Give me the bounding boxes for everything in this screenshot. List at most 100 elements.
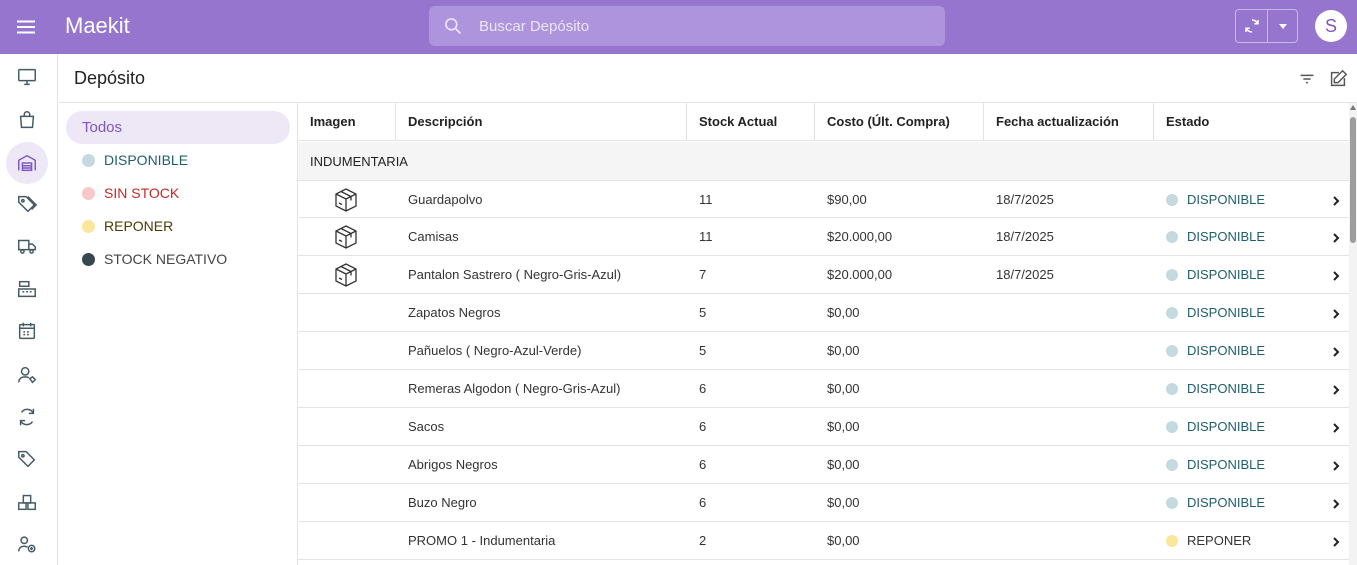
filter-label: REPONER [104,218,174,234]
sync-icon [1244,19,1259,33]
chevron-right-icon[interactable] [1329,307,1343,321]
table-scrollbar[interactable] [1349,103,1357,565]
cell-descripcion: Camisas [408,229,459,244]
table-row[interactable]: Abrigos Negros 6 $0,00 DISPONIBLE [298,446,1349,484]
nav-deposito[interactable] [6,142,48,184]
monitor-icon [18,68,36,86]
box-icon [335,225,357,249]
cell-costo: $20.000,00 [827,267,893,282]
cell-descripcion: Pantalon Sastrero ( Negro-Gris-Azul) [408,267,622,282]
chevron-right-icon[interactable] [1329,535,1343,549]
table-row[interactable]: Camisas 11 $20.000,00 18/7/2025 DISPONIBLE [298,218,1349,256]
nav-etiquetas[interactable] [6,438,48,480]
cell-stock: 6 [699,419,707,434]
cell-estado: DISPONIBLE [1166,229,1265,244]
column-header-stock[interactable]: Stock Actual [686,103,815,141]
cell-costo: $0,00 [827,495,860,510]
truck-icon [18,239,36,254]
nav-precios[interactable] [6,183,48,225]
cell-stock: 2 [699,533,707,548]
chevron-right-icon[interactable] [1329,459,1343,473]
stock-table: Imagen Descripción Stock Actual Costo (Ú… [298,103,1349,565]
sync-dropdown-button[interactable] [1268,10,1297,42]
caret-down-icon [1278,24,1287,29]
column-header-imagen[interactable]: Imagen [298,103,395,141]
edit-icon[interactable] [1327,68,1349,90]
column-header-costo[interactable]: Costo (Últ. Compra) [814,103,984,141]
filter-reponer[interactable]: REPONER [82,215,173,237]
status-dot [1166,382,1178,395]
table-row[interactable]: Zapatos Negros 5 $0,00 DISPONIBLE [298,294,1349,332]
cell-costo: $0,00 [827,381,860,396]
cell-estado: DISPONIBLE [1166,419,1265,434]
warehouse-icon [18,154,36,172]
status-dot [1166,193,1178,206]
cell-fecha: 18/7/2025 [996,229,1054,244]
menu-icon[interactable] [14,15,38,39]
table-row[interactable]: Buzo Negro 6 $0,00 DISPONIBLE [298,484,1349,522]
cell-estado: DISPONIBLE [1166,305,1265,320]
cell-descripcion: Guardapolvo [408,192,483,207]
chevron-right-icon[interactable] [1329,194,1343,208]
table-row[interactable]: Guardapolvo 11 $90,00 18/7/2025 DISPONIBLE [298,181,1349,218]
column-header-fecha[interactable]: Fecha actualización [983,103,1153,141]
filter-todos[interactable]: Todos [66,111,290,144]
table-row[interactable]: PROMO 1 - Indumentaria 2 $0,00 REPONER [298,522,1349,560]
search-icon [445,18,462,35]
status-label: DISPONIBLE [1187,495,1266,510]
cell-descripcion: Zapatos Negros [408,305,501,320]
filter-stock-negativo[interactable]: STOCK NEGATIVO [82,248,227,270]
chevron-right-icon[interactable] [1329,231,1343,245]
status-dot [1166,496,1178,509]
nav-caja[interactable] [6,268,48,310]
nav-sincronizar[interactable] [6,396,48,438]
status-dot [1166,458,1178,471]
nav-rail [0,54,58,565]
scroll-up-arrow[interactable] [1350,105,1356,110]
group-header-indumentaria: INDUMENTARIA [298,142,1349,181]
cell-stock: 5 [699,343,707,358]
cell-costo: $0,00 [827,419,860,434]
cash-register-icon [18,280,36,298]
filter-disponible[interactable]: DISPONIBLE [82,149,188,171]
chevron-right-icon[interactable] [1329,345,1343,359]
nav-usuarios[interactable] [6,523,48,565]
nav-agenda[interactable] [6,310,48,352]
chevron-right-icon[interactable] [1329,421,1343,435]
nav-clientes[interactable] [6,354,48,396]
cell-estado: DISPONIBLE [1166,495,1265,510]
filter-sin-stock[interactable]: SIN STOCK [82,182,179,204]
table-row[interactable]: Pantalon Sastrero ( Negro-Gris-Azul) 7 $20… [298,256,1349,294]
nav-ventas[interactable] [6,99,48,141]
table-row[interactable]: Remeras Algodon ( Negro-Gris-Azul) 6 $0,00… [298,370,1349,408]
boxes-icon [18,494,36,511]
column-header-estado[interactable]: Estado [1153,103,1349,141]
chevron-right-icon[interactable] [1329,383,1343,397]
nav-dashboard[interactable] [6,56,48,98]
users-add-icon [18,536,36,553]
user-avatar[interactable]: S [1315,10,1347,42]
cell-costo: $0,00 [827,457,860,472]
status-label: DISPONIBLE [1187,457,1266,472]
sync-button[interactable] [1236,10,1269,42]
chevron-right-icon[interactable] [1329,497,1343,511]
status-dot [82,153,95,167]
filter-label: STOCK NEGATIVO [104,251,228,267]
chevron-right-icon[interactable] [1329,269,1343,283]
status-dot [1166,534,1178,547]
cell-stock: 7 [699,267,707,282]
filter-icon[interactable] [1296,68,1318,90]
search-input[interactable] [479,6,929,46]
search-bar[interactable] [429,6,945,46]
status-label: DISPONIBLE [1187,343,1266,358]
nav-inventario[interactable] [6,481,48,523]
cell-costo: $90,00 [827,192,867,207]
tags-icon [18,195,38,213]
app-title: Maekit [65,13,130,38]
table-row[interactable]: Sacos 6 $0,00 DISPONIBLE [298,408,1349,446]
column-header-descripcion[interactable]: Descripción [395,103,686,141]
scroll-thumb[interactable] [1350,117,1356,243]
nav-envios[interactable] [6,225,48,267]
table-row[interactable]: Pañuelos ( Negro-Azul-Verde) 5 $0,00 DISPO… [298,332,1349,370]
status-dot [1166,344,1178,357]
